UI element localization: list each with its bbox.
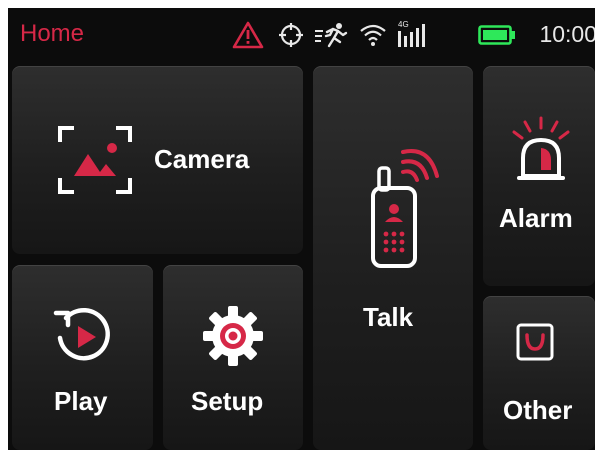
wifi-icon <box>360 24 386 46</box>
battery-icon <box>478 25 515 45</box>
walkie-talkie-icon <box>371 149 439 268</box>
camera-tile[interactable]: Camera <box>12 66 303 254</box>
app-grid: Camera Talk Alarm Play Setup Other <box>8 60 595 450</box>
status-bar-title: Home <box>20 20 85 47</box>
motion-icon <box>315 23 348 48</box>
replay-icon <box>53 307 110 361</box>
other-label: Other <box>503 395 573 425</box>
svg-text:4G: 4G <box>398 20 409 29</box>
alarm-label: Alarm <box>499 203 573 233</box>
gear-icon <box>203 306 263 366</box>
siren-icon <box>512 116 570 180</box>
talk-tile[interactable]: Talk <box>313 66 473 450</box>
other-tile[interactable]: Other <box>483 296 595 450</box>
status-bar: Home 4G 10:00 <box>8 8 595 60</box>
alarm-tile[interactable]: Alarm <box>483 66 595 286</box>
gps-icon <box>279 23 303 47</box>
talk-label: Talk <box>363 302 414 332</box>
cellular-4g-icon: 4G <box>398 20 425 47</box>
bag-icon <box>516 323 554 361</box>
setup-tile[interactable]: Setup <box>163 265 303 450</box>
setup-label: Setup <box>191 386 264 416</box>
home-screen: Home 4G 10:00 Camera Talk Alarm Play Set… <box>0 0 595 450</box>
camera-label: Camera <box>154 144 250 174</box>
camera-frame-icon <box>58 126 132 194</box>
warning-icon <box>232 21 264 49</box>
play-label: Play <box>54 386 108 416</box>
play-tile[interactable]: Play <box>12 265 153 450</box>
status-bar-time: 10:00 <box>539 21 595 47</box>
